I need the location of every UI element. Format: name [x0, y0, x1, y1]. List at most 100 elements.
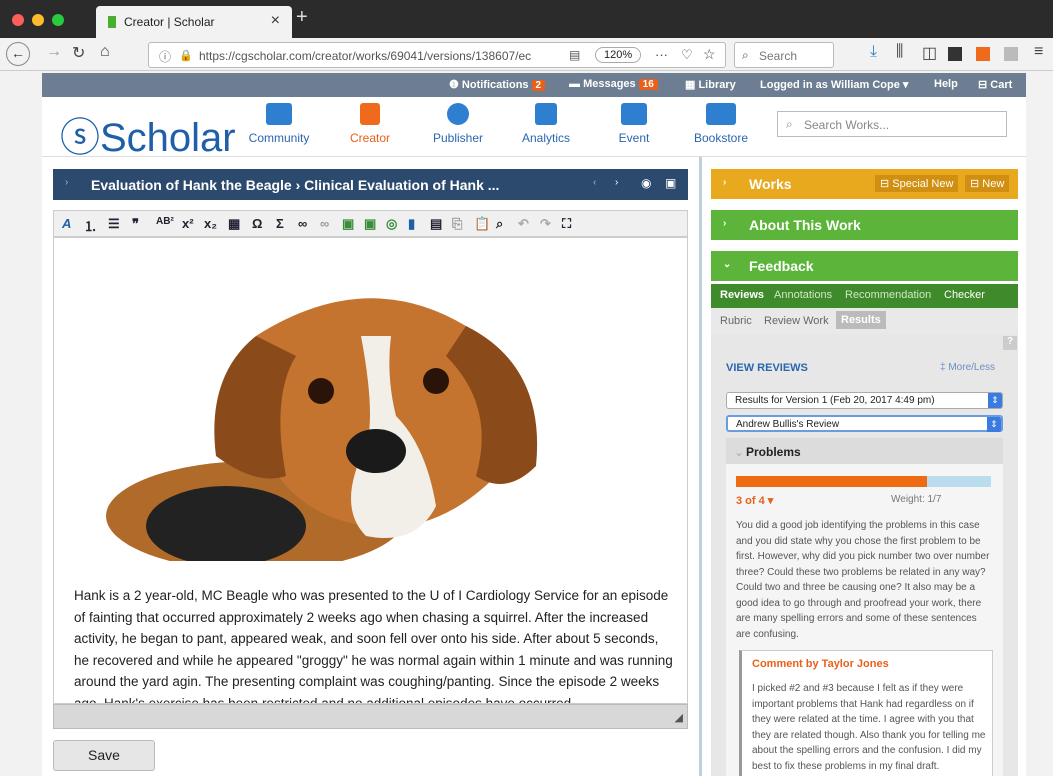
font-style-icon[interactable]: A: [62, 216, 71, 231]
sidebar-icon[interactable]: ◫: [922, 43, 937, 63]
special-new-button[interactable]: ⊟ Special New: [875, 175, 959, 192]
back-button[interactable]: ←: [6, 42, 30, 66]
media-icon[interactable]: ▣: [364, 216, 376, 232]
editor-content[interactable]: Hank is a 2 year-old, MC Beagle who was …: [53, 237, 688, 704]
menu-icon[interactable]: ≡: [1034, 43, 1043, 61]
creator-icon: [360, 103, 380, 125]
home-icon[interactable]: ⌂: [100, 43, 110, 61]
nav-event[interactable]: Event: [594, 103, 674, 145]
save-button[interactable]: Save: [53, 740, 155, 771]
tab-recommendation[interactable]: Recommendation: [845, 289, 931, 301]
version-select[interactable]: Results for Version 1 (Feb 20, 2017 4:49…: [726, 392, 1003, 409]
preview-eye-icon[interactable]: ◉: [641, 176, 651, 190]
fullscreen-icon[interactable]: ⛶: [562, 216, 571, 232]
url-bar[interactable]: ⓘ 🔒 https://cgscholar.com/creator/works/…: [148, 42, 726, 68]
minimize-window-button[interactable]: [32, 14, 44, 26]
tab-rubric[interactable]: Rubric: [720, 315, 752, 327]
undo-icon[interactable]: ↶: [518, 216, 529, 232]
subscript-icon[interactable]: x₂: [204, 216, 217, 231]
reload-button[interactable]: ↻: [72, 43, 85, 63]
tab-results[interactable]: Results: [836, 311, 886, 329]
prev-arrow-icon[interactable]: ‹: [593, 177, 596, 188]
site-header: ⓢScholar Community Creator Publisher Ana…: [42, 97, 1026, 160]
numbered-list-icon[interactable]: ⒈: [84, 216, 97, 235]
cart-link[interactable]: ⊟ Cart: [978, 78, 1012, 91]
more-actions-icon[interactable]: ···: [655, 47, 668, 62]
reviewer-select[interactable]: Andrew Bullis's Review ⇕: [726, 415, 1003, 432]
embed-icon[interactable]: ▤: [430, 216, 442, 232]
scholar-logo[interactable]: ⓢScholar: [60, 105, 236, 163]
panel-divider[interactable]: [699, 157, 702, 776]
nav-community[interactable]: Community: [239, 103, 319, 145]
bullet-list-icon[interactable]: ☰: [108, 216, 120, 232]
special-character-icon[interactable]: Ω: [252, 216, 262, 231]
info-icon[interactable]: ⓘ: [159, 48, 171, 65]
image-icon[interactable]: ▣: [342, 216, 354, 232]
url-text: https://cgscholar.com/creator/works/6904…: [199, 49, 532, 63]
notifications-link[interactable]: ❶ Notifications 2: [449, 78, 546, 91]
expand-arrow-icon[interactable]: ›: [65, 177, 68, 188]
pdf-extension-icon[interactable]: [948, 47, 962, 61]
editor-status-bar: ◢: [53, 704, 688, 729]
paste-icon[interactable]: 📋: [474, 216, 490, 232]
find-icon[interactable]: ⌕: [496, 216, 503, 232]
quote-icon[interactable]: ❞: [132, 216, 139, 232]
close-tab-icon[interactable]: ×: [271, 12, 280, 30]
math-icon[interactable]: Σ: [276, 216, 284, 231]
abbreviation-icon[interactable]: AB²: [156, 216, 174, 227]
notifications-badge: 2: [531, 80, 546, 91]
table-icon[interactable]: ▦: [228, 216, 240, 232]
new-tab-button[interactable]: +: [296, 6, 308, 29]
works-section-header[interactable]: › Works ⊟ Special New ⊟ New: [711, 169, 1018, 199]
browser-search-box[interactable]: ⌕ Search: [734, 42, 834, 68]
dog-eye-left: [308, 378, 334, 404]
print-icon[interactable]: ▣: [665, 176, 676, 190]
library-link[interactable]: ▦ Library: [685, 78, 736, 91]
attachment-icon[interactable]: ▮: [408, 216, 415, 232]
redo-icon[interactable]: ↷: [540, 216, 551, 232]
unlink-icon[interactable]: ∞: [320, 216, 329, 231]
help-link[interactable]: Help: [934, 78, 958, 90]
bookmark-star-icon[interactable]: ☆: [703, 46, 716, 63]
forward-button[interactable]: →: [46, 43, 62, 61]
messages-link[interactable]: ▬ Messages 16: [569, 78, 658, 90]
download-icon[interactable]: ⤓: [870, 43, 877, 61]
criterion-header[interactable]: ⌄ Problems: [726, 438, 1003, 464]
tab-reviews[interactable]: Reviews: [720, 289, 764, 301]
more-less-toggle[interactable]: ‡ More/Less: [940, 362, 995, 373]
feedback-section-header[interactable]: ⌄ Feedback: [711, 251, 1018, 281]
help-icon[interactable]: ?: [1003, 336, 1017, 350]
zoom-level[interactable]: 120%: [595, 47, 642, 63]
library-icon[interactable]: ⫼: [896, 43, 903, 61]
tab-annotations[interactable]: Annotations: [774, 289, 832, 301]
new-button[interactable]: ⊟ New: [965, 175, 1010, 192]
score-dropdown[interactable]: 3 of 4 ▾: [736, 494, 773, 507]
link-icon[interactable]: ∞: [298, 216, 307, 231]
resize-handle-icon[interactable]: ◢: [675, 711, 683, 724]
nav-analytics[interactable]: Analytics: [506, 103, 586, 145]
about-section-header[interactable]: › About This Work: [711, 210, 1018, 240]
works-search-input[interactable]: ⌕ Search Works...: [777, 111, 1007, 137]
browser-tab[interactable]: Creator | Scholar ×: [96, 6, 292, 38]
essay-body: Hank is a 2 year-old, MC Beagle who was …: [74, 588, 673, 704]
tab-checker[interactable]: Checker: [944, 289, 985, 301]
copy-icon[interactable]: ⎘: [452, 216, 462, 232]
superscript-icon[interactable]: x²: [182, 216, 194, 231]
reader-view-icon[interactable]: ▤: [569, 48, 580, 62]
close-window-button[interactable]: [12, 14, 24, 26]
works-search-placeholder: Search Works...: [804, 118, 890, 132]
pocket-icon[interactable]: ♡: [681, 47, 693, 63]
next-arrow-icon[interactable]: ›: [615, 177, 618, 188]
nav-bookstore[interactable]: Bookstore: [681, 103, 761, 145]
event-icon: [621, 103, 647, 125]
extension-icon[interactable]: [1004, 47, 1018, 61]
nav-creator[interactable]: Creator: [330, 103, 410, 145]
maximize-window-button[interactable]: [52, 14, 64, 26]
user-menu[interactable]: Logged in as William Cope ▾: [760, 78, 908, 91]
video-icon[interactable]: ◎: [386, 216, 397, 232]
nav-publisher[interactable]: Publisher: [418, 103, 498, 145]
tab-review-work[interactable]: Review Work: [764, 315, 829, 327]
results-panel: ? VIEW REVIEWS ‡ More/Less Results for V…: [711, 334, 1018, 776]
community-icon: [266, 103, 292, 125]
scholar-extension-icon[interactable]: [976, 47, 990, 61]
